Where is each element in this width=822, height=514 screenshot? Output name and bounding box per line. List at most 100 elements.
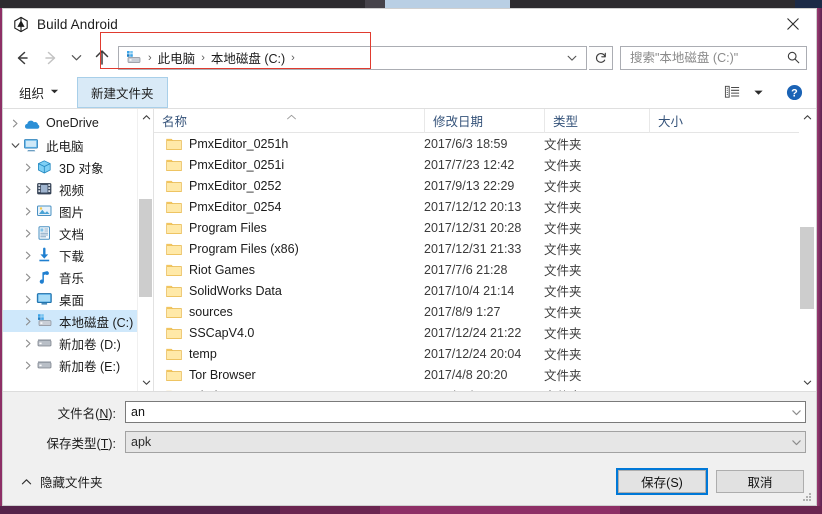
hide-folders-toggle[interactable]: 隐藏文件夹 <box>15 472 103 491</box>
file-form: 文件名(N): an 保存类型(T): apk <box>3 391 816 460</box>
cancel-button[interactable]: 取消 <box>716 470 804 493</box>
table-row[interactable]: Windows 2017/12/31 20:28文件夹 <box>154 385 816 391</box>
column-header-name[interactable]: 名称 <box>154 109 424 133</box>
breadcrumb-item-local-disk-c[interactable]: 本地磁盘 (C:) <box>208 48 288 67</box>
sidebar-item-7[interactable]: 音乐 <box>3 266 153 288</box>
sidebar-item-6[interactable]: 下载 <box>3 244 153 266</box>
chevron-right-icon[interactable] <box>21 162 36 173</box>
arrow-up-icon <box>95 49 108 65</box>
search-box[interactable] <box>620 45 807 70</box>
sidebar-item-4[interactable]: 图片 <box>3 200 153 222</box>
column-header-date[interactable]: 修改日期 <box>424 108 544 133</box>
table-row[interactable]: Program Files 2017/12/31 20:28 文件夹 <box>154 217 816 238</box>
chevron-up-icon <box>21 475 32 489</box>
file-date-cell: 2017/12/31 21:33 <box>424 241 522 256</box>
sidebar-item-9[interactable]: 本地磁盘 (C:) <box>3 310 153 332</box>
sidebar-item-1[interactable]: 此电脑 <box>3 134 153 156</box>
address-history-dropdown[interactable] <box>562 47 582 69</box>
local-disk-icon <box>36 313 53 329</box>
file-name-label: PmxEditor_0251h <box>189 136 289 151</box>
forward-button[interactable] <box>36 44 65 72</box>
help-button[interactable]: ? <box>781 80 807 104</box>
chevron-right-icon[interactable] <box>21 338 36 349</box>
dialog-body: OneDrive 此电脑 3D 对象 视频 图片 文档 下载 音乐 桌面 本地磁盘 (C:) 新加卷… <box>3 108 816 391</box>
table-row[interactable]: Tor Browser 2017/4/8 20:20 文件夹 <box>154 364 816 385</box>
chevron-right-icon[interactable] <box>8 118 23 129</box>
scroll-up-button[interactable] <box>799 109 815 126</box>
scroll-up-button[interactable] <box>138 109 153 126</box>
column-header-type[interactable]: 类型 <box>544 108 649 133</box>
file-date-cell: 2017/9/13 22:29 <box>424 178 515 193</box>
view-options-dropdown[interactable] <box>749 80 767 104</box>
table-row[interactable]: PmxEditor_0254 2017/12/12 20:13 文件夹 <box>154 196 816 217</box>
table-row[interactable]: PmxEditor_0251i 2017/7/23 12:42 文件夹 <box>154 154 816 175</box>
table-row[interactable]: PmxEditor_0252 2017/9/13 22:29 文件夹 <box>154 175 816 196</box>
filetype-combobox[interactable]: apk <box>125 431 806 453</box>
table-row[interactable]: sources 2017/8/9 1:27 文件夹 <box>154 301 816 322</box>
file-list-scrollbar[interactable] <box>799 109 816 391</box>
new-folder-button[interactable]: 新建文件夹 <box>77 76 168 108</box>
breadcrumb-separator[interactable]: › <box>288 52 298 64</box>
recent-locations-button[interactable] <box>65 44 87 72</box>
chevron-right-icon[interactable] <box>21 184 36 195</box>
filename-dropdown-button[interactable] <box>788 402 805 422</box>
chevron-right-icon[interactable] <box>21 250 36 261</box>
sidebar-item-8[interactable]: 桌面 <box>3 288 153 310</box>
search-icon[interactable] <box>786 50 802 66</box>
videos-icon <box>36 181 53 197</box>
column-header-size[interactable]: 大小 <box>649 108 739 133</box>
scrollbar-thumb[interactable] <box>139 199 152 297</box>
file-size-cell <box>649 217 739 238</box>
scrollbar-thumb[interactable] <box>800 227 814 309</box>
file-name-cell: PmxEditor_0252 <box>154 175 424 196</box>
chevron-down-icon[interactable] <box>8 140 23 151</box>
refresh-button[interactable] <box>589 45 613 70</box>
chevron-right-icon[interactable] <box>21 360 36 371</box>
table-row[interactable]: temp 2017/12/24 20:04 文件夹 <box>154 343 816 364</box>
change-view-button[interactable] <box>719 80 745 104</box>
navigation-pane-scrollbar[interactable] <box>137 109 153 391</box>
sidebar-item-2[interactable]: 3D 对象 <box>3 156 153 178</box>
file-type-cell: 文件夹 <box>544 306 582 320</box>
file-type-cell: 文件夹 <box>544 264 582 278</box>
chevron-right-icon[interactable] <box>21 206 36 217</box>
sidebar-item-3[interactable]: 视频 <box>3 178 153 200</box>
svg-text:?: ? <box>791 87 798 99</box>
file-size-cell <box>649 280 739 301</box>
table-row[interactable]: PmxEditor_0251h 2017/6/3 18:59 文件夹 <box>154 133 816 154</box>
search-input[interactable] <box>628 49 786 66</box>
chevron-right-icon[interactable] <box>21 294 36 305</box>
filename-input[interactable]: an <box>126 405 788 419</box>
folder-icon <box>166 242 182 256</box>
resize-grip[interactable] <box>801 491 813 503</box>
new-folder-label: 新建文件夹 <box>91 86 154 101</box>
up-button[interactable] <box>87 44 116 72</box>
file-name-label: Tor Browser <box>189 367 256 382</box>
background-window-top-strip <box>0 0 822 8</box>
close-button[interactable] <box>770 9 816 39</box>
table-row[interactable]: Riot Games 2017/7/6 21:28 文件夹 <box>154 259 816 280</box>
chevron-right-icon[interactable] <box>21 228 36 239</box>
table-row[interactable]: SSCapV4.0 2017/12/24 21:22 文件夹 <box>154 322 816 343</box>
chevron-right-icon[interactable] <box>21 316 36 327</box>
folder-icon <box>166 389 182 391</box>
save-button[interactable]: 保存(S) <box>616 468 708 495</box>
table-row[interactable]: SolidWorks Data 2017/10/4 21:14 文件夹 <box>154 280 816 301</box>
sidebar-item-5[interactable]: 文档 <box>3 222 153 244</box>
table-row[interactable]: Program Files (x86) 2017/12/31 21:33 文件夹 <box>154 238 816 259</box>
sidebar-item-10[interactable]: 新加卷 (D:) <box>3 332 153 354</box>
filename-combobox[interactable]: an <box>125 401 806 423</box>
sidebar-item-0[interactable]: OneDrive <box>3 112 153 134</box>
sidebar-item-11[interactable]: 新加卷 (E:) <box>3 354 153 376</box>
footer-buttons: 保存(S) 取消 <box>616 468 804 495</box>
file-date-cell: 2017/12/12 20:13 <box>424 199 522 214</box>
breadcrumb-item-this-pc[interactable]: 此电脑 <box>155 48 199 67</box>
address-bar[interactable]: › 此电脑 › 本地磁盘 (C:) › <box>118 45 587 70</box>
back-button[interactable] <box>7 44 36 72</box>
filetype-dropdown-button[interactable] <box>788 432 805 452</box>
file-name-cell: SolidWorks Data <box>154 280 424 301</box>
chevron-right-icon[interactable] <box>21 272 36 283</box>
organize-menu-button[interactable]: 组织 <box>11 79 67 106</box>
scroll-down-button[interactable] <box>799 374 815 391</box>
scroll-down-button[interactable] <box>138 374 153 391</box>
